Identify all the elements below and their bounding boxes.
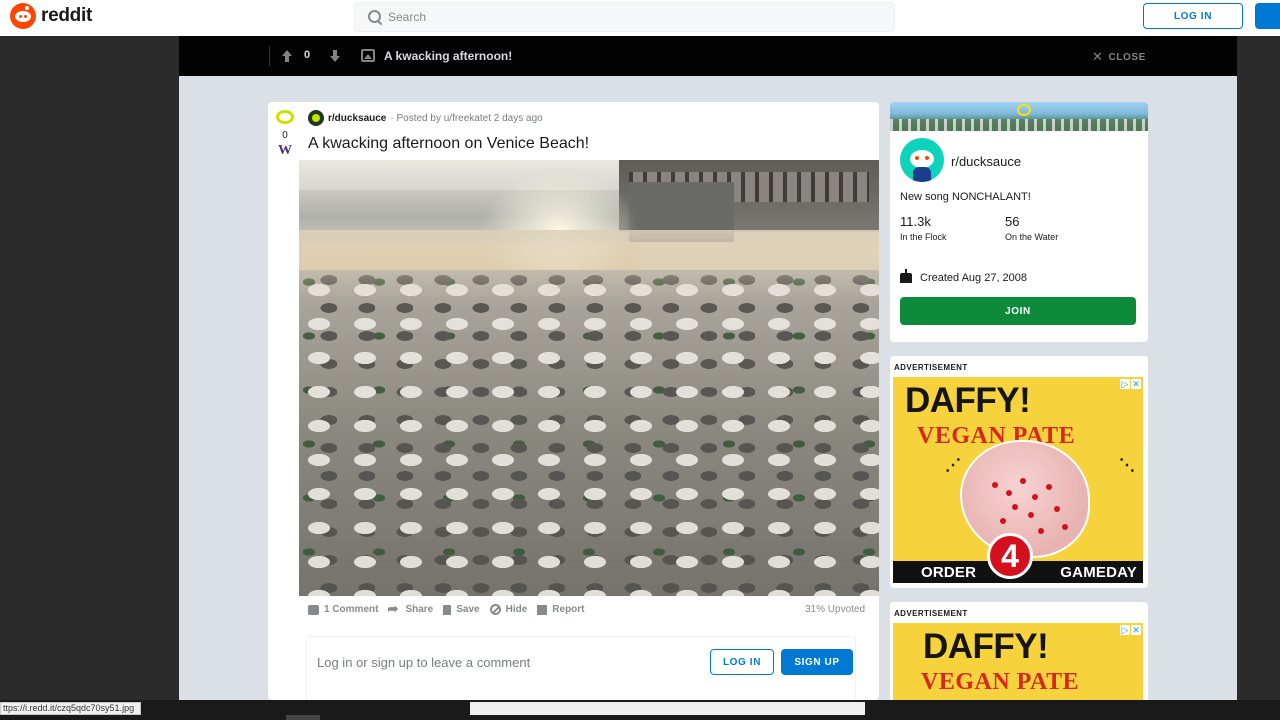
reddit-alien-icon	[10, 3, 36, 29]
ad-headline: DAFFY!	[923, 627, 1049, 666]
members-stat: 11.3k In the Flock	[900, 214, 947, 242]
ad-bottom-right: GAMEDAY	[1060, 563, 1137, 581]
online-label: On the Water	[1005, 232, 1059, 242]
washington-flair-icon[interactable]: W	[274, 143, 296, 159]
horizontal-scroll-thumb[interactable]	[286, 715, 320, 720]
post-actions: 1 Comment Share Save Hide Report	[308, 601, 595, 617]
upvote-arrow-icon[interactable]	[282, 50, 292, 62]
ad-headline: DAFFY!	[905, 381, 1031, 420]
vote-count: 0	[282, 130, 288, 141]
community-card: r/ducksauce New song NONCHALANT! 11.3k I…	[890, 102, 1148, 342]
ad-subheadline: VEGAN PATE	[921, 669, 1080, 695]
share-icon	[387, 601, 400, 617]
bookmark-icon	[443, 604, 452, 615]
post-meta: r/ducksauce · Posted by u/freekatet 2 da…	[308, 110, 543, 126]
logo-text: reddit	[41, 5, 92, 26]
backdrop-right[interactable]	[1237, 36, 1280, 700]
topbar-divider	[269, 46, 270, 66]
ad-choices-icon[interactable]: ▷	[1120, 625, 1130, 635]
comment-prompt-box: Log in or sign up to leave a comment LOG…	[306, 636, 856, 700]
topbar-title: A kwacking afternoon!	[384, 49, 513, 63]
share-button[interactable]: Share	[387, 601, 434, 617]
ad-close-icon[interactable]: ✕	[1131, 379, 1141, 389]
ad-choices-icon[interactable]: ▷	[1120, 379, 1130, 389]
close-icon: ✕	[1092, 49, 1104, 64]
post-card: 0 W r/ducksauce · Posted by u/freekatet …	[268, 102, 879, 700]
community-banner	[890, 102, 1148, 131]
image-haze	[299, 230, 879, 300]
overlay-topbar: 0 A kwacking afternoon! ✕ CLOSE	[179, 36, 1237, 76]
advertisement-card: ADVERTISEMENT ▷ ✕ DAFFY! VEGAN PATE ⋰ ⋱ O…	[890, 356, 1148, 588]
ad-banner[interactable]: ▷ ✕ DAFFY! VEGAN PATE ⋰ ⋱ ORDER GAMEDAY 4	[893, 377, 1143, 583]
save-label: Save	[456, 604, 480, 615]
comments-button[interactable]: 1 Comment	[308, 604, 378, 615]
status-bar-gap	[470, 702, 865, 715]
reddit-logo[interactable]: reddit	[10, 3, 92, 29]
search-input[interactable]	[388, 10, 868, 24]
advertisement-card: ADVERTISEMENT ▷ ✕ DAFFY! VEGAN PATE	[890, 602, 1148, 700]
oregon-flair-icon[interactable]	[276, 110, 294, 124]
community-name[interactable]: r/ducksauce	[951, 154, 1021, 169]
ad-label: ADVERTISEMENT	[894, 363, 968, 372]
post-overlay: 0 A kwacking afternoon! ✕ CLOSE 0 W r/du…	[179, 36, 1237, 700]
online-stat: 56 On the Water	[1005, 214, 1058, 242]
ad-close-icon[interactable]: ✕	[1131, 625, 1141, 635]
vote-column: 0 W	[274, 110, 296, 159]
ad-choices[interactable]: ▷ ✕	[1119, 379, 1141, 389]
topbar-score: 0	[304, 49, 311, 61]
hide-icon	[489, 604, 501, 615]
subreddit-link[interactable]: r/ducksauce	[328, 113, 386, 124]
ad-label: ADVERTISEMENT	[894, 609, 968, 618]
backdrop-left[interactable]	[0, 36, 179, 700]
subreddit-icon[interactable]	[308, 110, 324, 126]
created-date: Created Aug 27, 2008	[900, 269, 1028, 284]
community-description: New song NONCHALANT!	[900, 191, 1031, 203]
ad-choices[interactable]: ▷ ✕	[1119, 625, 1141, 635]
join-button[interactable]: JOIN	[900, 297, 1136, 325]
status-url: ttps://i.redd.it/czq5qdc70sy51.jpg	[0, 702, 142, 715]
ad-bottom-left: ORDER	[921, 563, 977, 581]
cake-icon	[900, 269, 912, 283]
comment-icon	[308, 604, 319, 615]
post-image[interactable]	[299, 160, 879, 596]
created-label: Created Aug 27, 2008	[920, 272, 1028, 284]
ad-banner[interactable]: ▷ ✕ DAFFY! VEGAN PATE	[893, 623, 1143, 700]
posted-by[interactable]: Posted by u/freekatet 2 days ago	[396, 113, 542, 124]
members-label: In the Flock	[900, 232, 947, 242]
flag-icon	[537, 604, 548, 615]
report-button[interactable]: Report	[537, 604, 585, 615]
comment-signup-button[interactable]: SIGN UP	[781, 649, 853, 675]
community-avatar[interactable]	[900, 138, 944, 182]
online-count: 56	[1005, 214, 1020, 229]
close-button[interactable]: ✕ CLOSE	[1092, 49, 1146, 65]
upvoted-ratio: 31% Upvoted	[805, 604, 866, 615]
members-count: 11.3k	[900, 214, 931, 229]
close-label: CLOSE	[1108, 51, 1146, 63]
header-login-button[interactable]: LOG IN	[1143, 3, 1243, 29]
header-signup-button[interactable]	[1255, 3, 1280, 29]
top-header: reddit LOG IN	[0, 0, 1280, 36]
search-icon	[368, 10, 382, 24]
report-label: Report	[552, 604, 585, 615]
image-post-icon	[361, 49, 375, 62]
hide-label: Hide	[505, 604, 528, 615]
save-button[interactable]: Save	[443, 604, 480, 615]
downvote-arrow-icon[interactable]	[330, 50, 340, 62]
share-label: Share	[405, 604, 434, 615]
comments-label: 1 Comment	[324, 604, 379, 615]
ad-channel-badge: 4	[987, 533, 1033, 579]
ad-ray-left: ⋰	[945, 457, 961, 474]
comment-prompt: Log in or sign up to leave a comment	[317, 655, 531, 670]
search-bar[interactable]	[354, 2, 895, 32]
hide-button[interactable]: Hide	[489, 604, 528, 615]
banner-o-logo	[1017, 104, 1031, 116]
ad-ray-right: ⋱	[1119, 457, 1135, 474]
comment-login-button[interactable]: LOG IN	[710, 649, 774, 675]
image-duck-flock	[299, 270, 879, 596]
post-title: A kwacking afternoon on Venice Beach!	[308, 135, 590, 152]
